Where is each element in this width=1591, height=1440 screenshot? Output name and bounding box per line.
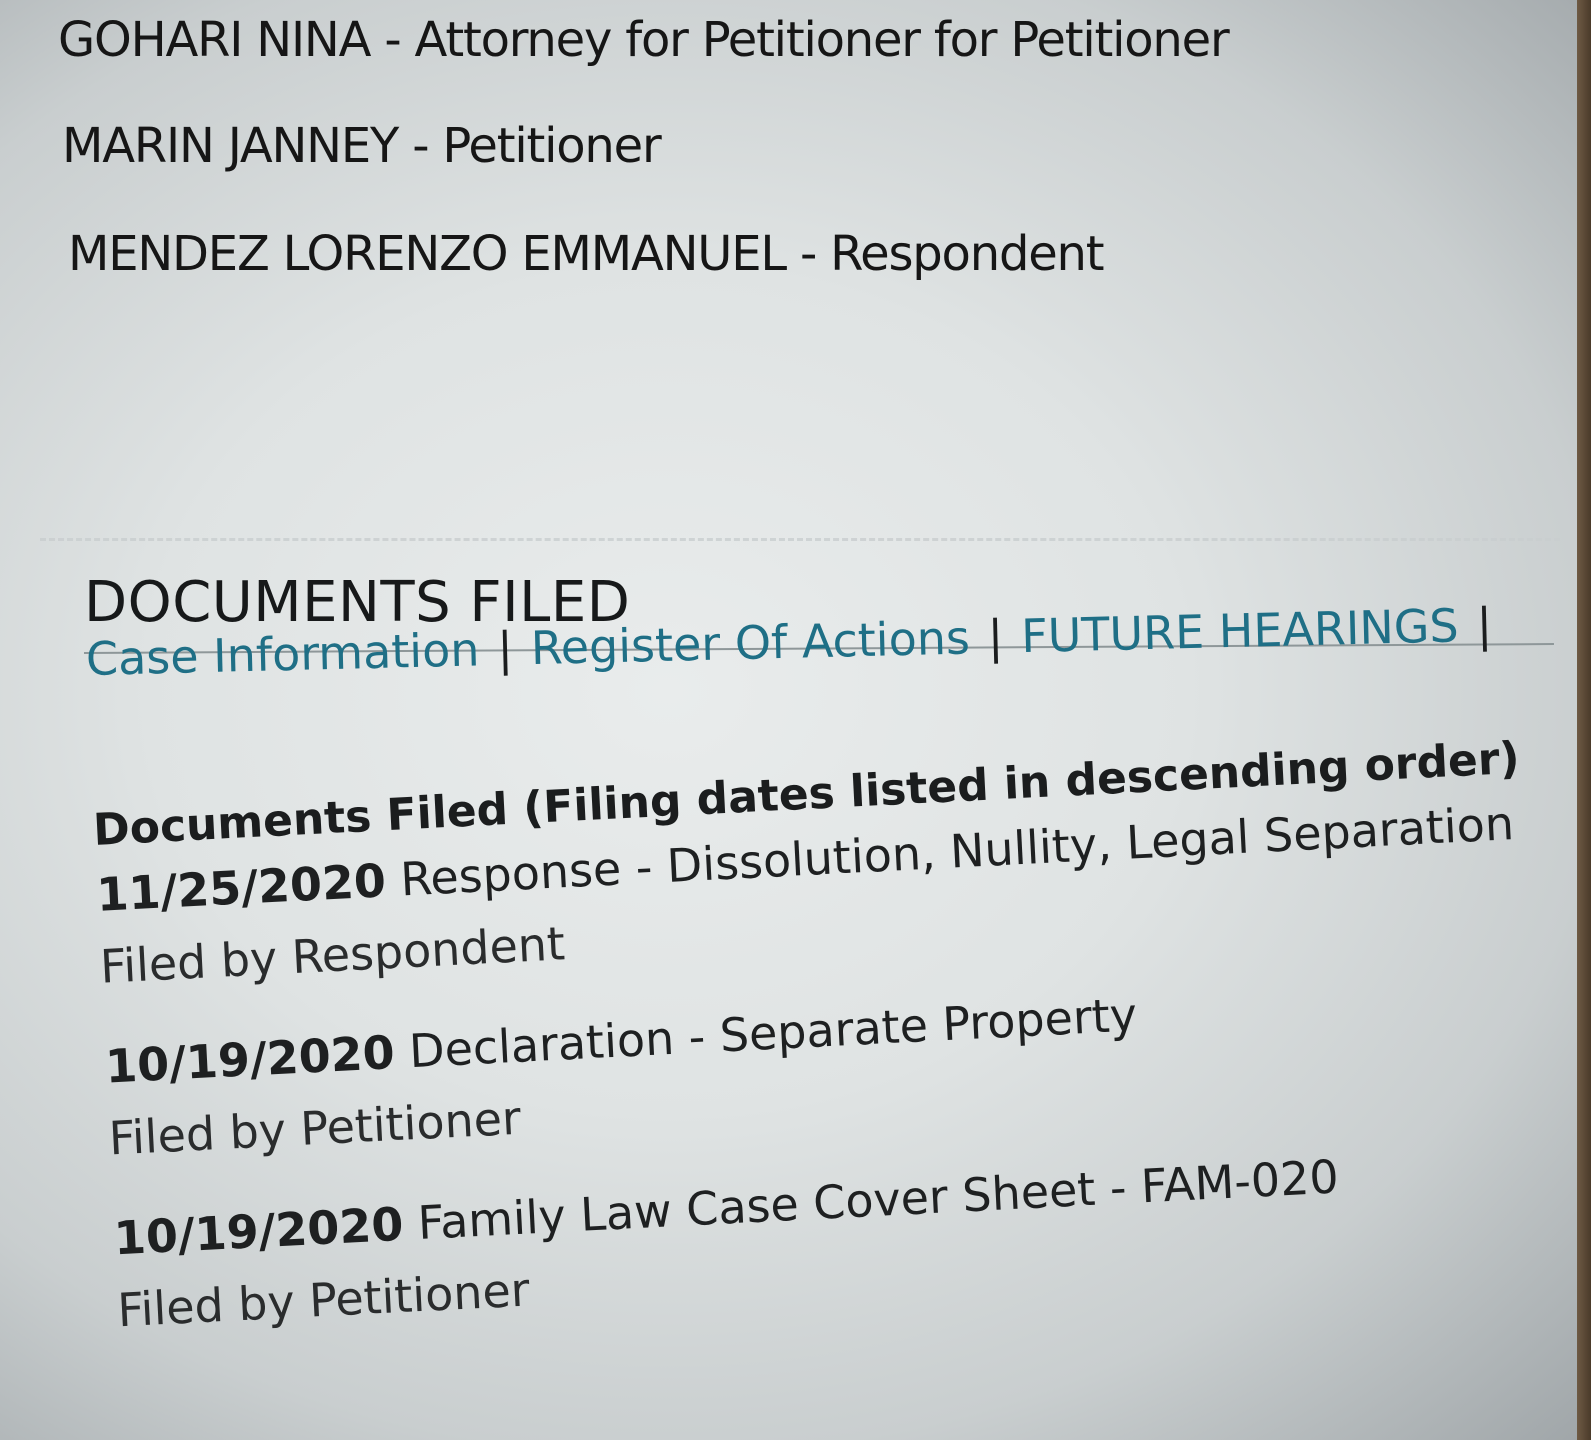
party-role: Respondent [830,226,1104,282]
party-role: Petitioner [442,118,661,174]
document-date: 11/25/2020 [95,853,388,922]
party-attorney: GOHARI NINA - Attorney for Petitioner fo… [58,12,1230,68]
documents-list: Documents Filed (Filing dates listed in … [92,733,1548,1384]
party-respondent: MENDEZ LORENZO EMMANUEL - Respondent [68,226,1105,282]
nav-register-of-actions-link[interactable]: Register Of Actions [530,610,970,675]
party-petitioner: MARIN JANNEY - Petitioner [62,118,662,174]
photo-of-screen: GOHARI NINA - Attorney for Petitioner fo… [0,0,1591,1440]
party-name: GOHARI NINA [58,12,371,68]
monitor-bezel-edge [1577,0,1591,1440]
nav-separator: | [1475,597,1493,653]
nav-future-hearings-link[interactable]: FUTURE HEARINGS [1021,598,1460,663]
nav-separator: | [987,609,1004,664]
document-date: 10/19/2020 [103,1025,396,1094]
nav-separator: | [496,621,514,676]
party-role: Attorney for Petitioner for Petitioner [414,12,1230,68]
section-divider [40,538,1560,541]
nav-case-information-link[interactable]: Case Information [85,622,480,686]
party-name: MENDEZ LORENZO EMMANUEL [68,226,787,282]
party-name: MARIN JANNEY [62,118,399,174]
document-date: 10/19/2020 [112,1196,405,1266]
